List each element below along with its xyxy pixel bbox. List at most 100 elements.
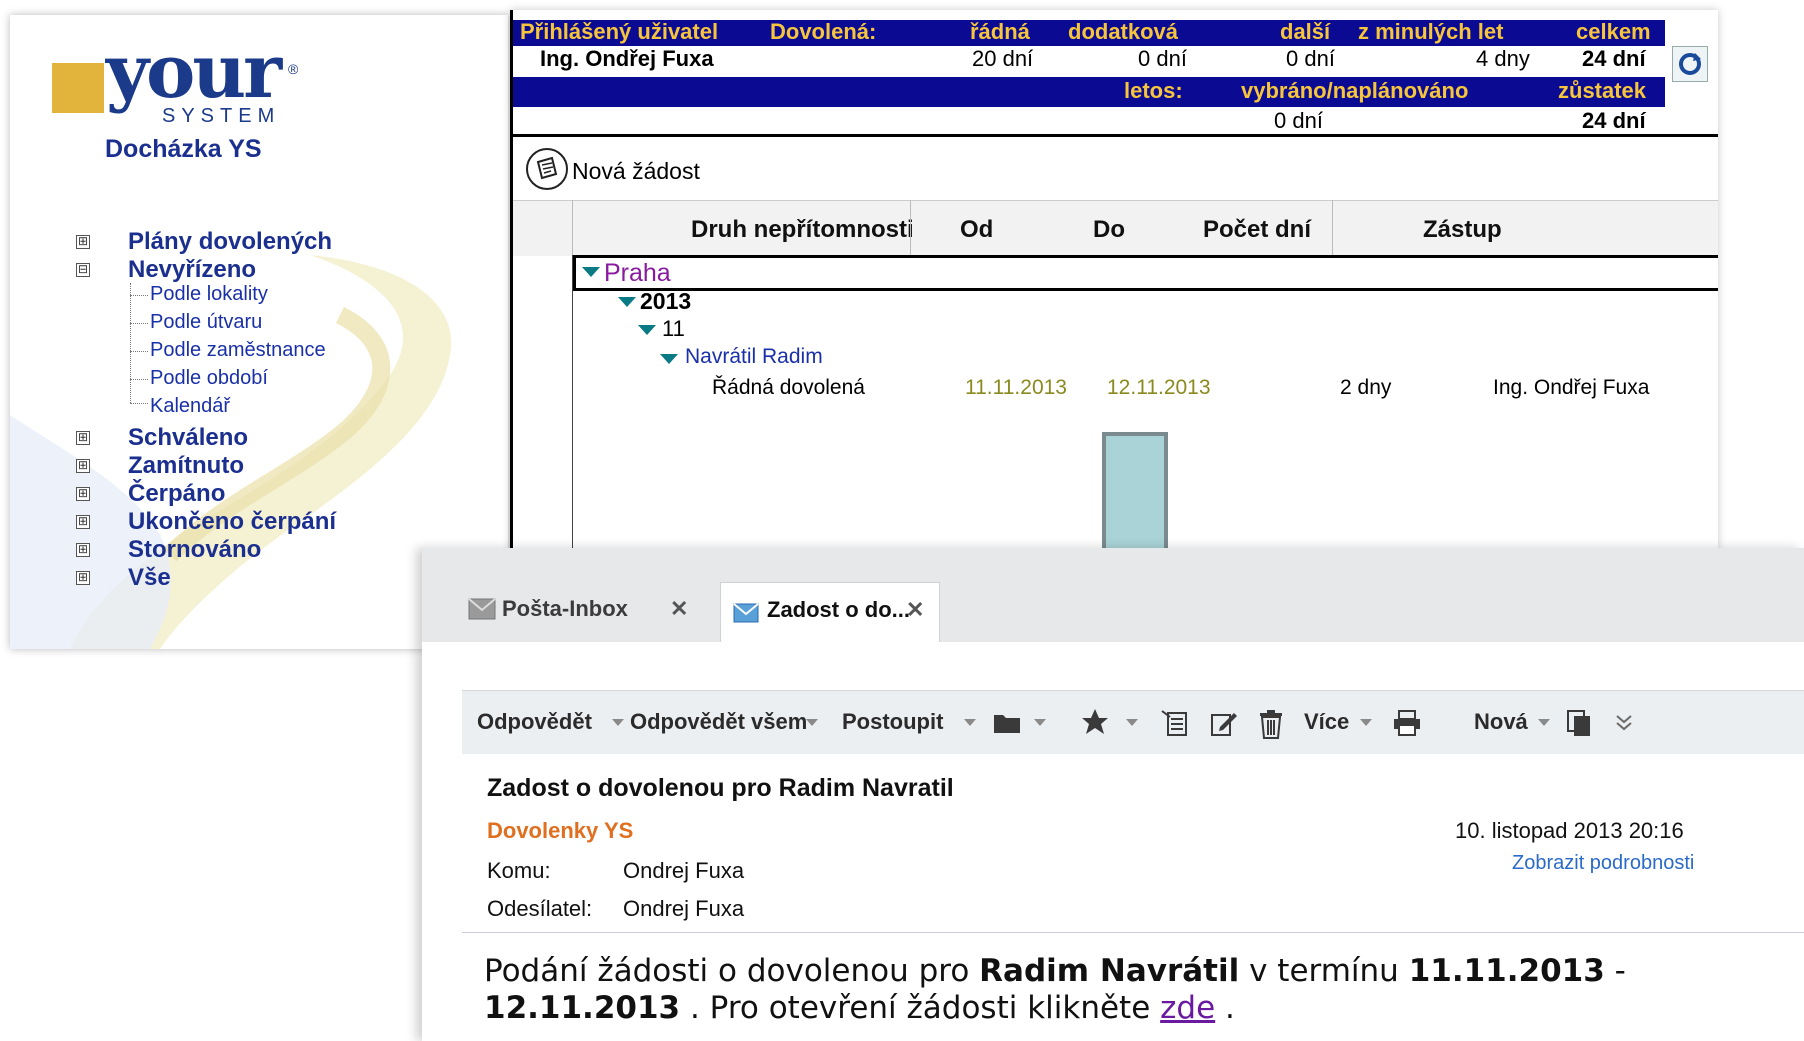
tree-connector: [130, 323, 148, 324]
column-to[interactable]: Do: [1093, 216, 1125, 244]
nav-subitem-kalendar[interactable]: Kalendář: [150, 395, 230, 418]
new-button[interactable]: Nová: [1474, 709, 1528, 735]
value-other: 0 dní: [1286, 46, 1335, 71]
expand-icon[interactable]: ⊞: [76, 515, 90, 529]
row-from[interactable]: 11.11.2013: [965, 376, 1067, 400]
yoursystem-logo: your ® SYSTEM: [40, 35, 320, 133]
chevron-down-icon[interactable]: [806, 719, 818, 726]
expand-icon[interactable]: ⊞: [76, 571, 90, 585]
list-icon[interactable]: [1160, 709, 1190, 737]
group-row-praha[interactable]: [573, 255, 1718, 291]
nav-item-label[interactable]: Vše: [128, 564, 171, 592]
app-title: Docházka YS: [105, 135, 262, 163]
expanded-triangle-icon[interactable]: [582, 267, 600, 277]
chevron-down-icon[interactable]: [612, 719, 624, 726]
expand-icon[interactable]: ⊞: [76, 487, 90, 501]
nav-subitem-lokality[interactable]: Podle lokality: [150, 283, 268, 306]
row-substitute[interactable]: Ing. Ondřej Fuxa: [1493, 376, 1649, 400]
column-separator: [910, 200, 911, 255]
body-text: v termínu: [1239, 953, 1409, 989]
chevron-down-icon[interactable]: [1538, 719, 1550, 726]
row-to[interactable]: 12.11.2013: [1107, 376, 1211, 400]
header-taken: vybráno/naplánováno: [1241, 78, 1469, 103]
expanded-triangle-icon[interactable]: [660, 354, 678, 364]
tab-request-email[interactable]: Zadost o do... ✕: [720, 582, 940, 643]
body-date-from: 11.11.2013: [1408, 953, 1605, 989]
nav-item-label[interactable]: Ukončeno čerpání: [128, 508, 336, 536]
nav-item-label[interactable]: Stornováno: [128, 536, 261, 564]
nav-item-label[interactable]: Nevyřízeno: [128, 256, 256, 284]
collapse-icon[interactable]: ⊟: [76, 263, 90, 277]
column-from[interactable]: Od: [960, 216, 993, 244]
tree-connector: [130, 295, 148, 296]
mail-open-icon: [733, 603, 759, 623]
logo-system: SYSTEM: [162, 105, 281, 127]
copy-icon[interactable]: [1566, 709, 1592, 737]
row-type[interactable]: Řádná dovolená: [712, 376, 865, 400]
tree-connector: [130, 403, 148, 404]
show-details-link[interactable]: Zobrazit podrobnosti: [1512, 852, 1694, 875]
header-user: Přihlášený uživatel: [520, 19, 719, 44]
column-separator: [1332, 200, 1333, 255]
row-days[interactable]: 2 dny: [1340, 376, 1391, 400]
expand-icon[interactable]: ⊞: [76, 431, 90, 445]
refresh-button[interactable]: [1672, 46, 1708, 82]
logo-square: [52, 63, 104, 113]
group-month[interactable]: 11: [662, 316, 685, 342]
tab-label[interactable]: Zadost o do...: [767, 597, 910, 623]
group-year[interactable]: 2013: [640, 288, 691, 315]
mail-sender[interactable]: Dovolenky YS: [487, 818, 633, 844]
group-employee[interactable]: Navrátil Radim: [685, 345, 823, 369]
to-value[interactable]: Ondrej Fuxa: [623, 858, 744, 884]
double-chevron-down-icon[interactable]: [1614, 713, 1634, 733]
group-location[interactable]: Praha: [604, 259, 671, 288]
chevron-down-icon[interactable]: [964, 719, 976, 726]
column-type[interactable]: Druh nepřítomnosti: [691, 216, 914, 244]
tab-inbox[interactable]: Pošta-Inbox ✕: [462, 582, 722, 642]
chevron-down-icon[interactable]: [1126, 719, 1138, 726]
from-value[interactable]: Ondrej Fuxa: [623, 896, 744, 922]
print-icon[interactable]: [1392, 709, 1422, 737]
logo-registered: ®: [288, 61, 299, 77]
expanded-triangle-icon[interactable]: [618, 297, 636, 307]
chevron-down-icon[interactable]: [1360, 719, 1372, 726]
column-substitute[interactable]: Zástup: [1423, 216, 1502, 244]
tab-content-strip: [462, 642, 1804, 690]
chevron-down-icon[interactable]: [1034, 719, 1046, 726]
expand-icon[interactable]: ⊞: [76, 459, 90, 473]
reply-all-button[interactable]: Odpovědět všem: [630, 709, 807, 735]
expanded-triangle-icon[interactable]: [638, 325, 656, 335]
close-icon[interactable]: ✕: [906, 597, 924, 623]
forward-button[interactable]: Postoupit: [842, 709, 943, 735]
star-icon[interactable]: [1080, 707, 1110, 737]
user-name: Ing. Ondřej Fuxa: [540, 46, 714, 71]
header-total: celkem: [1576, 19, 1651, 44]
divider: [513, 134, 1718, 137]
nav-subitem-utvaru[interactable]: Podle útvaru: [150, 311, 262, 334]
value-additional: 0 dní: [1138, 46, 1187, 71]
nav-item-label[interactable]: Čerpáno: [128, 480, 225, 508]
nav-item-label[interactable]: Plány dovolených: [128, 228, 332, 256]
column-days[interactable]: Počet dní: [1203, 216, 1311, 244]
mail-icon: [468, 598, 496, 620]
folder-icon[interactable]: [992, 709, 1022, 735]
expand-icon[interactable]: ⊞: [76, 543, 90, 557]
value-regular: 20 dní: [972, 46, 1034, 71]
reply-button[interactable]: Odpovědět: [477, 709, 592, 735]
open-request-link[interactable]: zde: [1160, 990, 1215, 1026]
more-button[interactable]: Více: [1304, 709, 1349, 735]
tab-label[interactable]: Pošta-Inbox: [502, 596, 628, 622]
new-request-label[interactable]: Nová žádost: [572, 158, 700, 185]
logo-word: your: [106, 29, 282, 115]
edit-icon[interactable]: [1210, 709, 1238, 737]
nav-subitem-zamestnance[interactable]: Podle zaměstnance: [150, 339, 326, 362]
nav-item-label[interactable]: Zamítnuto: [128, 452, 244, 480]
nav-subitem-obdobi[interactable]: Podle období: [150, 367, 268, 390]
grid-indent-line: [572, 255, 573, 550]
header-leave: Dovolená:: [770, 19, 877, 44]
tree-connector: [130, 379, 148, 380]
nav-item-label[interactable]: Schváleno: [128, 424, 248, 452]
expand-icon[interactable]: ⊞: [76, 235, 90, 249]
trash-icon[interactable]: [1258, 709, 1284, 739]
close-icon[interactable]: ✕: [670, 596, 688, 622]
